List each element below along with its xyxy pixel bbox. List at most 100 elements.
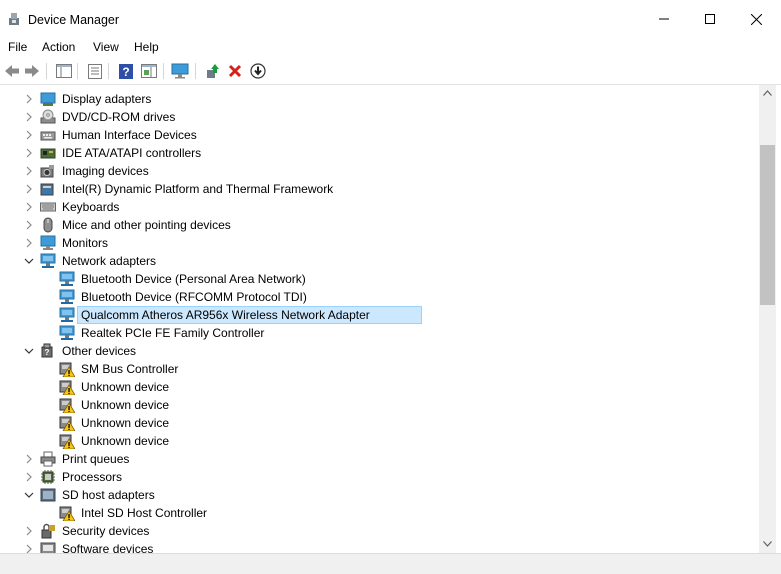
tree-device-realtek-pcie-fe-family-controller[interactable]: Realtek PCIe FE Family Controller	[0, 324, 759, 342]
chevron-right-icon[interactable]	[24, 526, 34, 536]
menu-help[interactable]: Help	[134, 40, 159, 54]
device-tree[interactable]: Display adapters DVD/CD-ROM drives Human I…	[0, 85, 759, 553]
tree-category-keyboards[interactable]: Keyboards	[0, 198, 759, 216]
maximize-button[interactable]	[687, 0, 733, 38]
toolbar: ?	[0, 58, 781, 85]
sd-host-icon	[40, 488, 56, 502]
tree-device-unknown-device[interactable]: Unknown device	[0, 432, 759, 450]
chevron-right-icon[interactable]	[24, 220, 34, 230]
properties-icon	[88, 63, 102, 79]
tree-device-intel-sd-host-controller[interactable]: Intel SD Host Controller	[0, 504, 759, 522]
forward-button[interactable]	[23, 62, 41, 80]
camera-icon	[40, 165, 54, 178]
window-title: Device Manager	[28, 13, 120, 27]
tree-item-label: Human Interface Devices	[62, 128, 197, 142]
chevron-down-icon[interactable]	[24, 346, 34, 356]
title-bar[interactable]: Device Manager	[0, 0, 781, 38]
tree-category-human-interface-devices[interactable]: Human Interface Devices	[0, 126, 759, 144]
help-button[interactable]: ?	[117, 62, 135, 80]
tree-item-label: Unknown device	[81, 398, 170, 412]
tree-item-label: Print queues	[62, 452, 130, 466]
tree-device-unknown-device[interactable]: Unknown device	[0, 414, 759, 432]
back-button[interactable]	[3, 62, 21, 80]
minimize-icon	[659, 18, 669, 20]
tree-item-label: Bluetooth Device (RFCOMM Protocol TDI)	[81, 290, 307, 304]
download-circle-icon	[250, 63, 266, 79]
uninstall-device-button[interactable]	[226, 62, 244, 80]
chevron-right-icon[interactable]	[24, 544, 34, 553]
tree-category-display-adapters[interactable]: Display adapters	[0, 90, 759, 108]
toolbar-separator	[46, 63, 47, 79]
tree-device-bluetooth-device-rfcomm-protocol-tdi[interactable]: Bluetooth Device (RFCOMM Protocol TDI)	[0, 288, 759, 306]
properties-button[interactable]	[86, 62, 104, 80]
scrollbar-thumb[interactable]	[760, 145, 775, 305]
printer-icon	[40, 451, 56, 467]
minimize-button[interactable]	[641, 0, 687, 38]
toolbar-separator	[195, 63, 196, 79]
tree-category-imaging-devices[interactable]: Imaging devices	[0, 162, 759, 180]
security-device-icon	[41, 523, 55, 539]
tree-item-label: SM Bus Controller	[81, 362, 179, 376]
tree-category-security-devices[interactable]: Security devices	[0, 522, 759, 540]
tree-category-other-devices[interactable]: ? Other devices	[0, 342, 759, 360]
tree-device-unknown-device[interactable]: Unknown device	[0, 396, 759, 414]
chevron-down-icon[interactable]	[24, 490, 34, 500]
toolbar-separator	[108, 63, 109, 79]
tree-category-sd-host-adapters[interactable]: SD host adapters	[0, 486, 759, 504]
chevron-right-icon[interactable]	[24, 166, 34, 176]
system-device-icon	[40, 183, 54, 196]
scroll-up-arrow-icon[interactable]	[763, 90, 772, 96]
menu-action[interactable]: Action	[42, 40, 75, 54]
tree-device-bluetooth-device-personal-area-network[interactable]: Bluetooth Device (Personal Area Network)	[0, 270, 759, 288]
action-pane-icon	[141, 64, 157, 78]
processor-icon	[41, 470, 55, 484]
forward-arrow-icon	[25, 65, 39, 77]
chevron-right-icon[interactable]	[24, 112, 34, 122]
unknown-device-icon: ?	[41, 343, 53, 358]
tree-category-monitors[interactable]: Monitors	[0, 234, 759, 252]
menu-view[interactable]: View	[93, 40, 119, 54]
chevron-right-icon[interactable]	[24, 148, 34, 158]
tree-item-label: Unknown device	[81, 416, 170, 430]
warning-device-icon	[59, 362, 75, 377]
console-tree-icon	[56, 64, 72, 78]
vertical-scrollbar[interactable]	[759, 85, 776, 553]
show-hide-console-tree-button[interactable]	[55, 62, 73, 80]
network-adapter-icon	[40, 253, 56, 268]
hid-icon	[40, 131, 56, 141]
chevron-right-icon[interactable]	[24, 454, 34, 464]
tree-item-label: Intel SD Host Controller	[81, 506, 208, 520]
device-manager-icon	[9, 13, 19, 25]
tree-category-print-queues[interactable]: Print queues	[0, 450, 759, 468]
tree-category-dvd-cd-rom-drives[interactable]: DVD/CD-ROM drives	[0, 108, 759, 126]
tree-category-processors[interactable]: Processors	[0, 468, 759, 486]
scan-hardware-button[interactable]	[171, 62, 189, 80]
tree-item-label: IDE ATA/ATAPI controllers	[62, 146, 202, 160]
chevron-right-icon[interactable]	[24, 130, 34, 140]
close-button[interactable]	[733, 0, 779, 38]
tree-item-label: Unknown device	[81, 434, 170, 448]
toolbar-separator	[163, 63, 164, 79]
chevron-right-icon[interactable]	[24, 94, 34, 104]
toolbar-separator	[77, 63, 78, 79]
chevron-right-icon[interactable]	[24, 202, 34, 212]
tree-item-label: Keyboards	[62, 200, 120, 214]
chevron-down-icon[interactable]	[24, 256, 34, 266]
scroll-down-arrow-icon[interactable]	[763, 541, 772, 547]
enable-device-button[interactable]	[249, 62, 267, 80]
tree-category-network-adapters[interactable]: Network adapters	[0, 252, 759, 270]
tree-device-qualcomm-atheros-ar956x-wireless-network-adapter[interactable]: Qualcomm Atheros AR956x Wireless Network…	[0, 306, 759, 324]
menu-file[interactable]: File	[8, 40, 27, 54]
warning-device-icon	[59, 380, 75, 395]
tree-category-mice-and-other-pointing-devices[interactable]: Mice and other pointing devices	[0, 216, 759, 234]
action-pane-button[interactable]	[140, 62, 158, 80]
tree-category-software-devices[interactable]: Software devices	[0, 540, 759, 553]
tree-category-ide-ata-atapi-controllers[interactable]: IDE ATA/ATAPI controllers	[0, 144, 759, 162]
chevron-right-icon[interactable]	[24, 472, 34, 482]
chevron-right-icon[interactable]	[24, 184, 34, 194]
chevron-right-icon[interactable]	[24, 238, 34, 248]
tree-category-intel-r-dynamic-platform-and-thermal-framework[interactable]: Intel(R) Dynamic Platform and Thermal Fr…	[0, 180, 759, 198]
update-driver-button[interactable]	[203, 62, 221, 80]
tree-device-sm-bus-controller[interactable]: SM Bus Controller	[0, 360, 759, 378]
tree-device-unknown-device[interactable]: Unknown device	[0, 378, 759, 396]
